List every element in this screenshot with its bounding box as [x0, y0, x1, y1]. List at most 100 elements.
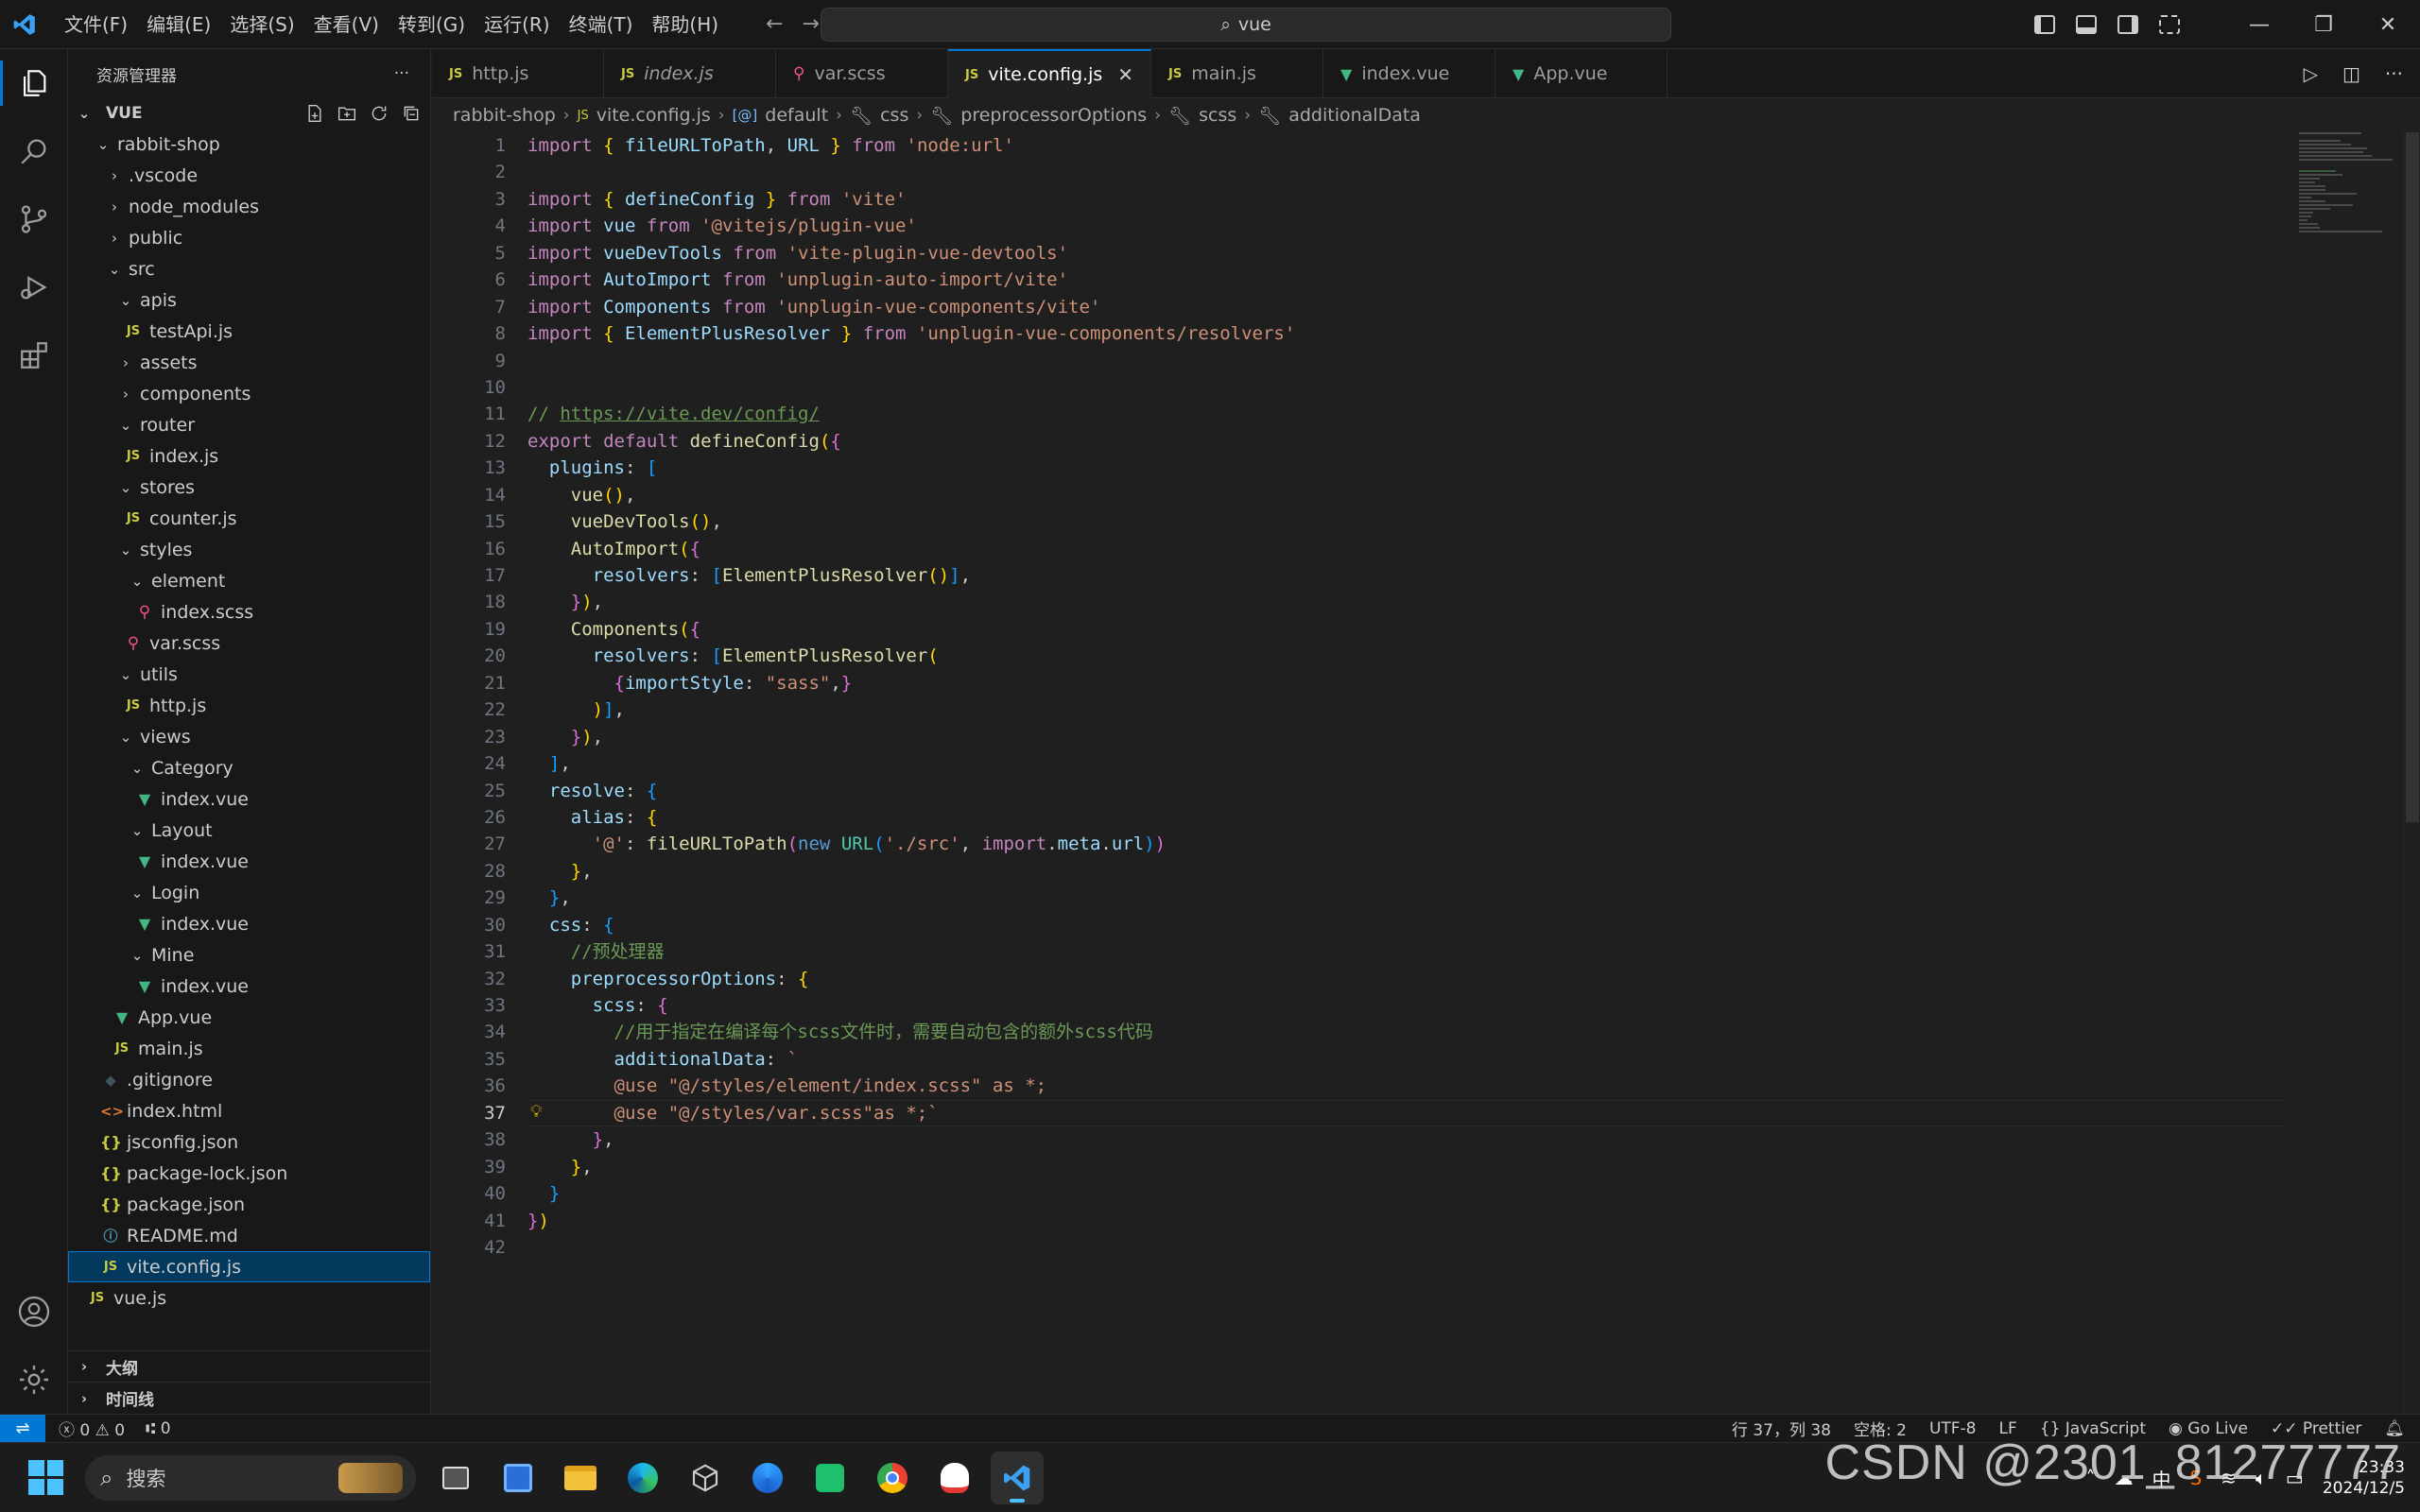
vertical-scrollbar[interactable]	[2403, 132, 2420, 1414]
task-view-icon[interactable]	[429, 1452, 482, 1504]
minimap[interactable]	[2299, 132, 2403, 246]
collapse-all-icon[interactable]	[402, 104, 421, 123]
tree-item[interactable]: › components	[68, 378, 430, 409]
qq-icon[interactable]	[928, 1452, 981, 1504]
timeline-section[interactable]: › 时间线	[68, 1383, 430, 1414]
customize-layout-icon[interactable]	[2159, 15, 2180, 34]
menu-file[interactable]: 文件(F)	[55, 0, 137, 49]
tree-item[interactable]: ⌄ stores	[68, 472, 430, 503]
refresh-icon[interactable]	[370, 104, 389, 123]
tree-item[interactable]: ⌄ utils	[68, 659, 430, 690]
close-window-button[interactable]: ✕	[2356, 0, 2420, 49]
extensions-icon[interactable]	[0, 321, 68, 389]
restore-button[interactable]: ❐	[2291, 0, 2356, 49]
split-editor-icon[interactable]: ◫	[2342, 62, 2360, 85]
code-editor[interactable]: 💡︎ 1 2 3 4 5 6 7 8 9 10 11 12 13 14 15 16 17 18 19 20 21 22 23…	[432, 132, 2420, 1414]
tree-item[interactable]: › assets	[68, 347, 430, 378]
code-content[interactable]: import { fileURLToPath, URL } from 'node…	[527, 132, 1295, 1261]
tree-item[interactable]: › public	[68, 222, 430, 253]
more-actions-icon[interactable]: ···	[394, 64, 409, 83]
breadcrumb-symbol-additionalData[interactable]: additionalData	[1288, 105, 1421, 126]
tree-item[interactable]: {} package-lock.json	[68, 1158, 430, 1189]
new-file-icon[interactable]	[305, 104, 324, 123]
breadcrumb-symbol-preprocessor[interactable]: preprocessorOptions	[960, 105, 1147, 126]
source-control-icon[interactable]	[0, 185, 68, 253]
tree-item[interactable]: JS http.js	[68, 690, 430, 721]
search-icon[interactable]	[0, 117, 68, 185]
outline-section[interactable]: › 大纲	[68, 1351, 430, 1383]
menu-run[interactable]: 运行(R)	[475, 0, 560, 49]
editor-tab[interactable]: ▼ index.vue	[1323, 49, 1496, 98]
tree-item[interactable]: ⌄ element	[68, 565, 430, 596]
breadcrumb-folder[interactable]: rabbit-shop	[453, 105, 556, 126]
breadcrumb-symbol-css[interactable]: css	[880, 105, 908, 126]
tree-item[interactable]: {} jsconfig.json	[68, 1126, 430, 1158]
windows-start-icon[interactable]	[17, 1450, 74, 1506]
tree-item[interactable]: JS counter.js	[68, 503, 430, 534]
editor-tab[interactable]: JS main.js	[1151, 49, 1324, 98]
tree-item[interactable]: JS vite.config.js	[68, 1251, 430, 1282]
tree-item[interactable]: ◆ .gitignore	[68, 1064, 430, 1095]
tree-item[interactable]: {} package.json	[68, 1189, 430, 1220]
minimize-button[interactable]: —	[2227, 0, 2291, 49]
tree-item[interactable]: ⚲ var.scss	[68, 627, 430, 659]
editor-tab[interactable]: ⚲ var.scss	[776, 49, 948, 98]
new-folder-icon[interactable]	[337, 104, 356, 123]
toggle-secondary-sidebar-icon[interactable]	[2118, 15, 2138, 34]
chrome-icon[interactable]	[866, 1452, 919, 1504]
store-icon[interactable]	[804, 1452, 856, 1504]
menu-edit[interactable]: 编辑(E)	[137, 0, 220, 49]
editor-tab[interactable]: JS vite.config.js ✕	[948, 49, 1152, 98]
tree-item[interactable]: ▼ index.vue	[68, 846, 430, 877]
close-tab-icon[interactable]: ✕	[1117, 63, 1133, 86]
command-center-search[interactable]: ⌕ vue	[821, 8, 1671, 42]
tree-item[interactable]: JS testApi.js	[68, 316, 430, 347]
problems-indicator[interactable]: ⓧ 0 ⚠ 0	[59, 1417, 125, 1440]
menu-terminal[interactable]: 终端(T)	[560, 0, 643, 49]
breadcrumb-file[interactable]: vite.config.js	[596, 105, 711, 126]
tree-item[interactable]: ⌄ Layout	[68, 815, 430, 846]
taskbar-search[interactable]: ⌕ 搜索	[85, 1454, 416, 1501]
menu-go[interactable]: 转到(G)	[389, 0, 475, 49]
cursor-position[interactable]: 行 37，列 38	[1732, 1417, 1831, 1440]
tree-item[interactable]: JS vue.js	[68, 1282, 430, 1314]
tree-item[interactable]: ⓘ README.md	[68, 1220, 430, 1251]
widgets-icon[interactable]	[492, 1452, 544, 1504]
tree-item[interactable]: ⌄ rabbit-shop	[68, 129, 430, 160]
tree-item[interactable]: ⌄ router	[68, 409, 430, 440]
tree-item[interactable]: ⌄ Category	[68, 752, 430, 783]
settings-gear-icon[interactable]	[0, 1346, 68, 1414]
edge-ai-icon[interactable]	[741, 1452, 794, 1504]
tree-item[interactable]: ▼ App.vue	[68, 1002, 430, 1033]
run-debug-icon[interactable]	[0, 253, 68, 321]
account-icon[interactable]	[0, 1278, 68, 1346]
editor-tab[interactable]: JS http.js	[432, 49, 604, 98]
tree-item[interactable]: ⌄ Mine	[68, 939, 430, 971]
tree-item[interactable]: JS index.js	[68, 440, 430, 472]
menu-view[interactable]: 查看(V)	[304, 0, 389, 49]
ports-indicator[interactable]: ⑆ 0	[146, 1419, 170, 1438]
breadcrumb-symbol-default[interactable]: default	[765, 105, 828, 126]
toggle-primary-sidebar-icon[interactable]	[2034, 15, 2055, 34]
forward-arrow-icon[interactable]: →	[803, 12, 820, 36]
tree-item[interactable]: ▼ index.vue	[68, 908, 430, 939]
tree-item[interactable]: ⌄ styles	[68, 534, 430, 565]
menu-selection[interactable]: 选择(S)	[220, 0, 303, 49]
workspace-section[interactable]: ⌄ VUE	[68, 98, 430, 129]
editor-tab[interactable]: JS index.js	[604, 49, 776, 98]
edge-browser-icon[interactable]	[616, 1452, 669, 1504]
tree-item[interactable]: <> index.html	[68, 1095, 430, 1126]
tree-item[interactable]: ⌄ src	[68, 253, 430, 284]
tree-item[interactable]: ▼ index.vue	[68, 783, 430, 815]
tree-item[interactable]: ▼ index.vue	[68, 971, 430, 1002]
tree-item[interactable]: ⚲ index.scss	[68, 596, 430, 627]
run-file-icon[interactable]: ▷	[2304, 62, 2318, 85]
back-arrow-icon[interactable]: ←	[766, 12, 783, 36]
editor-tab[interactable]: ▼ App.vue	[1495, 49, 1668, 98]
menu-help[interactable]: 帮助(H)	[642, 0, 728, 49]
tree-item[interactable]: JS main.js	[68, 1033, 430, 1064]
toggle-panel-icon[interactable]	[2076, 15, 2097, 34]
file-explorer-icon[interactable]	[554, 1452, 607, 1504]
scrollbar-thumb[interactable]	[2406, 132, 2419, 822]
explorer-icon[interactable]	[0, 49, 68, 117]
